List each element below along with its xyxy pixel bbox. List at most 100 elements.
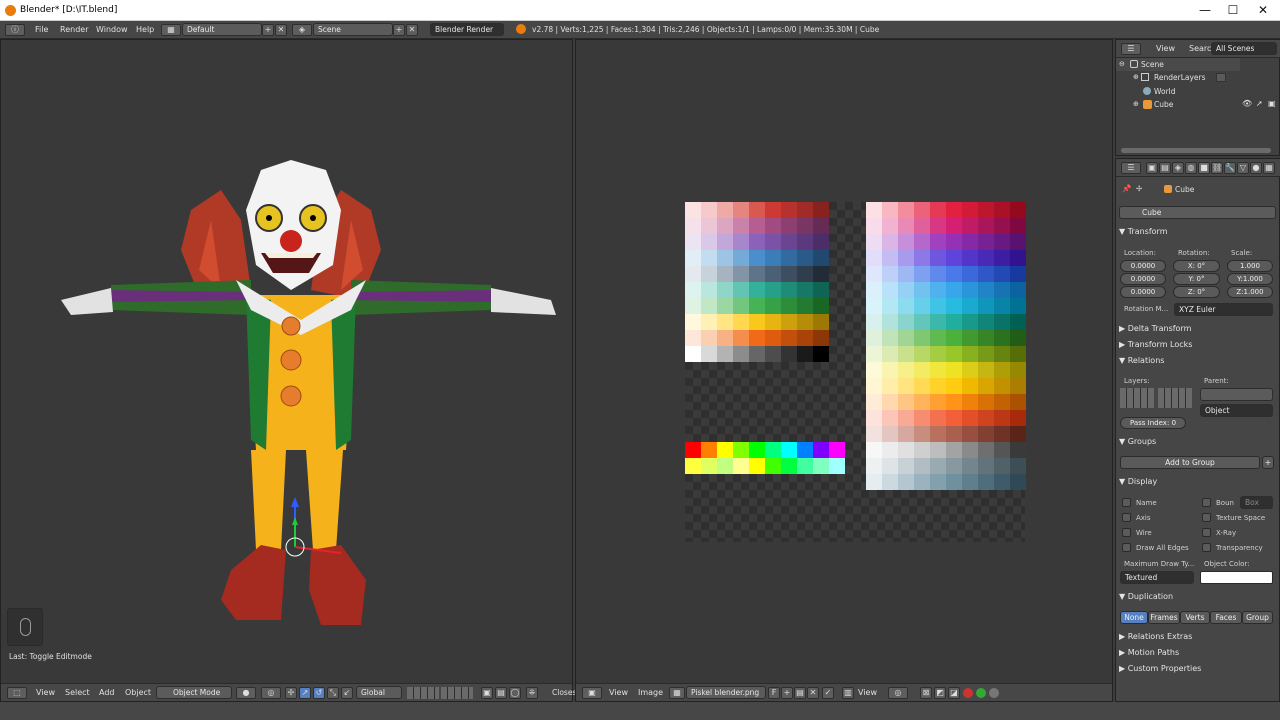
pin-icon[interactable]: 📌 (1122, 184, 1131, 193)
transform-manipulator-icon[interactable] (281, 495, 351, 565)
modifiers-tab-icon[interactable]: 🔧 (1224, 162, 1236, 174)
duplication-faces-button[interactable]: Faces (1210, 611, 1242, 624)
layers-grid-icon[interactable] (441, 687, 473, 699)
location-x-field[interactable]: 0.0000 (1120, 260, 1166, 272)
remove-scene-icon[interactable]: ✕ (406, 24, 418, 36)
menu-object[interactable]: Object (125, 688, 151, 697)
panel-display-header[interactable]: ▼ Display (1119, 477, 1276, 486)
render-icon[interactable]: ▤ (495, 687, 507, 699)
draw-all-edges-checkbox[interactable] (1122, 543, 1131, 552)
panel-transform-locks-header[interactable]: ▶ Transform Locks (1119, 340, 1276, 349)
scene-icon[interactable]: ◈ (292, 24, 312, 36)
location-y-field[interactable]: 0.0000 (1120, 273, 1166, 285)
closes-label[interactable]: Closes (552, 688, 576, 697)
duplication-verts-button[interactable]: Verts (1180, 611, 1210, 624)
add-scene-icon[interactable]: + (393, 24, 405, 36)
shading-icon[interactable]: ● (236, 687, 256, 699)
rotate-icon[interactable]: ↺ (313, 687, 325, 699)
wire-checkbox[interactable] (1122, 528, 1131, 537)
proportional-icon[interactable]: ◯ (509, 687, 521, 699)
editor-type-icon[interactable]: ☰ (1121, 162, 1141, 174)
scale-y-field[interactable]: Y:1.000 (1227, 273, 1273, 285)
menu-window[interactable]: Window (96, 25, 128, 34)
maximize-button[interactable]: ☐ (1218, 2, 1248, 19)
snap-target-icon[interactable]: ⁜ (526, 687, 538, 699)
pass-index-field[interactable]: Pass Index: 0 (1120, 417, 1186, 429)
layout-icon[interactable]: ▦ (161, 24, 181, 36)
fake-user-button[interactable]: F (768, 687, 780, 699)
channel-z-icon[interactable]: ◪ (948, 687, 960, 699)
menu-render[interactable]: Render (60, 25, 88, 34)
outliner-item-scene[interactable]: Scene (1141, 60, 1164, 69)
minimize-button[interactable]: — (1190, 2, 1220, 19)
duplication-frames-button[interactable]: Frames (1148, 611, 1180, 624)
add-to-group-button[interactable]: Add to Group (1120, 456, 1260, 469)
menu-file[interactable]: File (35, 25, 48, 34)
panel-duplication-header[interactable]: ▼ Duplication (1119, 592, 1276, 601)
editor-type-icon[interactable]: ▣ (582, 687, 602, 699)
green-channel-icon[interactable] (976, 688, 986, 698)
open-image-icon[interactable]: ▤ (794, 687, 806, 699)
unlink-image-icon[interactable]: ✕ (807, 687, 819, 699)
panel-relations-extras-header[interactable]: ▶ Relations Extras (1119, 632, 1276, 641)
expand-icon[interactable]: ⊕ (1133, 73, 1139, 81)
outliner-item-renderlayers[interactable]: RenderLayers (1154, 73, 1206, 82)
outliner[interactable]: ☰ View Search All Scenes ⊖ Scene ⊕ Rende… (1115, 39, 1280, 156)
material-tab-icon[interactable]: ● (1250, 162, 1262, 174)
panel-custom-properties-header[interactable]: ▶ Custom Properties (1119, 664, 1276, 673)
menu-help[interactable]: Help (136, 25, 154, 34)
scene-field[interactable]: Scene (313, 23, 393, 36)
mode-select[interactable]: Object Mode (156, 686, 232, 699)
texture-tab-icon[interactable]: ▦ (1263, 162, 1275, 174)
display-filter-select[interactable]: All Scenes (1211, 42, 1277, 55)
add-group-icon[interactable]: + (1262, 456, 1274, 469)
duplication-group-button[interactable]: Group (1242, 611, 1273, 624)
lock-camera-icon[interactable]: ▣ (481, 687, 493, 699)
panel-groups-header[interactable]: ▼ Groups (1119, 437, 1276, 446)
layers-grid-icon[interactable] (407, 687, 439, 699)
texture-space-checkbox[interactable] (1202, 513, 1211, 522)
menu-add[interactable]: Add (99, 688, 115, 697)
remove-layout-icon[interactable]: ✕ (275, 24, 287, 36)
scale-z-field[interactable]: Z:1.000 (1227, 286, 1273, 298)
3d-viewport[interactable]: Last: Toggle Editmode ⬚ View Select Add … (0, 39, 576, 702)
render-engine-select[interactable]: Blender Render (430, 23, 504, 36)
render-tab-icon[interactable]: ▣ (1146, 162, 1158, 174)
visibility-eye-icon[interactable]: 👁 (1242, 99, 1252, 108)
bounds-type-select[interactable]: Box (1240, 496, 1273, 509)
menu-image[interactable]: Image (638, 688, 663, 697)
rotation-z-field[interactable]: Z: 0° (1173, 286, 1220, 298)
scale-x-field[interactable]: 1.000 (1227, 260, 1273, 272)
pivot-icon[interactable]: ◎ (261, 687, 281, 699)
snap-icon[interactable]: ↙ (341, 687, 353, 699)
layers-grid-icon[interactable] (1120, 388, 1154, 408)
object-name-field[interactable]: Cube (1119, 206, 1276, 219)
transparency-checkbox[interactable] (1202, 543, 1211, 552)
editor-type-icon[interactable]: ⬚ (7, 687, 27, 699)
editor-type-icon[interactable]: ☰ (1121, 43, 1141, 55)
scale-icon[interactable]: ⤡ (327, 687, 339, 699)
pin-icon[interactable]: ✓ (822, 687, 834, 699)
orientation-select[interactable]: Global (356, 686, 402, 699)
rotation-mode-select[interactable]: XYZ Euler (1174, 303, 1273, 316)
x-ray-checkbox[interactable] (1202, 528, 1211, 537)
channel-rgb-icon[interactable]: ⊠ (920, 687, 932, 699)
menu-view[interactable]: View (609, 688, 628, 697)
menu-view[interactable]: View (1156, 44, 1175, 53)
scene-tab-icon[interactable]: ◈ (1172, 162, 1184, 174)
menu-view[interactable]: View (36, 688, 55, 697)
view-mode-select[interactable]: View (858, 688, 877, 697)
image-editor[interactable]: ▣ View Image ▦ Piskel blender.png F + ▤ … (575, 39, 1113, 702)
expand-icon[interactable]: ⊕ (1133, 100, 1139, 108)
object-color-swatch[interactable] (1200, 571, 1273, 584)
add-layout-icon[interactable]: + (262, 24, 274, 36)
manipulator-toggle-icon[interactable]: ✢ (285, 687, 297, 699)
axis-checkbox[interactable] (1122, 513, 1131, 522)
object-tab-icon[interactable]: ■ (1198, 162, 1210, 174)
world-tab-icon[interactable]: ◍ (1185, 162, 1197, 174)
new-image-icon[interactable]: + (781, 687, 793, 699)
data-tab-icon[interactable]: ▽ (1237, 162, 1249, 174)
browse-image-icon[interactable]: ▦ (669, 687, 685, 699)
close-button[interactable]: ✕ (1248, 2, 1278, 19)
panel-relations-header[interactable]: ▼ Relations (1119, 356, 1276, 365)
